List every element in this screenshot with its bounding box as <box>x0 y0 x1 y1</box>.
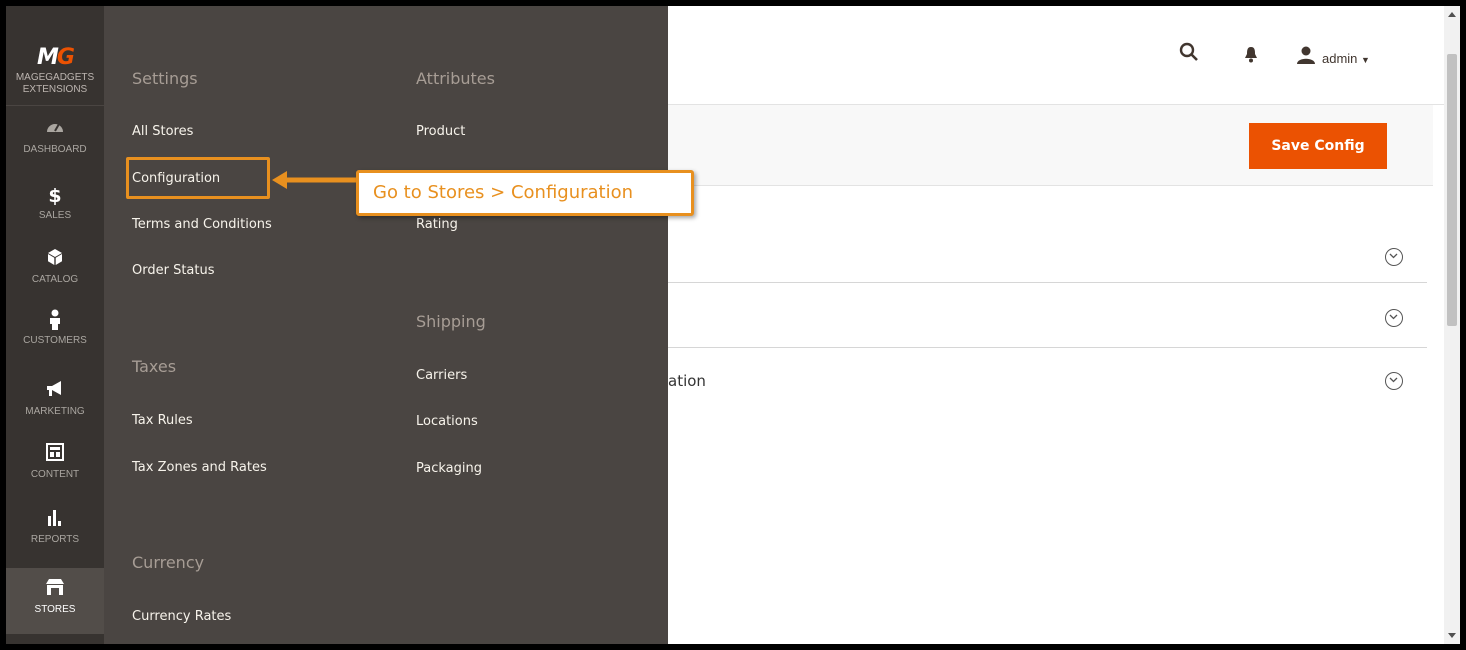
nav-label: DASHBOARD <box>23 144 87 155</box>
annotation-callout: Go to Stores > Configuration <box>356 170 694 216</box>
expand-chevron-icon[interactable] <box>1385 248 1403 266</box>
box-icon <box>6 248 104 272</box>
nav-label: CUSTOMERS <box>23 335 87 346</box>
expand-chevron-icon[interactable] <box>1385 309 1403 327</box>
nav-item-sales[interactable]: $ SALES <box>6 184 104 244</box>
nav-label: CONTENT <box>30 469 80 480</box>
admin-sidebar: MG MAGEGADGETS EXTENSIONS DASHBOARD $ SAL… <box>6 6 104 644</box>
submenu-link-terms-and-conditions[interactable]: Terms and Conditions <box>132 217 272 232</box>
submenu-heading-taxes: Taxes <box>132 357 177 376</box>
save-config-button[interactable]: Save Config <box>1249 123 1387 169</box>
scroll-down-icon[interactable] <box>1448 633 1456 638</box>
submenu-link-tax-rules[interactable]: Tax Rules <box>132 413 193 428</box>
nav-item-customers[interactable]: CUSTOMERS <box>6 309 104 369</box>
config-section-row[interactable] <box>668 283 1427 348</box>
nav-item-stores[interactable]: STORES <box>6 568 104 634</box>
submenu-link-locations[interactable]: Locations <box>416 414 478 429</box>
submenu-link-all-stores[interactable]: All Stores <box>132 124 193 139</box>
stores-submenu: Settings All Stores Configuration Terms … <box>104 6 668 644</box>
logo-text: MAGEGADGETS EXTENSIONS <box>15 72 95 95</box>
user-name: admin <box>1322 51 1358 66</box>
dashboard-icon <box>6 118 104 142</box>
highlight-box <box>126 157 270 199</box>
submenu-link-rating[interactable]: Rating <box>416 217 458 232</box>
bell-icon[interactable] <box>1244 46 1258 63</box>
submenu-heading-settings: Settings <box>132 69 198 88</box>
bar-chart-icon <box>6 508 104 532</box>
nav-label: SALES <box>38 210 72 221</box>
nav-item-marketing[interactable]: MARKETING <box>6 380 104 440</box>
app-frame: MG MAGEGADGETS EXTENSIONS DASHBOARD $ SAL… <box>6 6 1460 644</box>
submenu-heading-attributes: Attributes <box>416 69 495 88</box>
user-menu[interactable]: admin ▼ <box>1322 51 1370 66</box>
dollar-icon: $ <box>48 185 62 207</box>
submenu-link-carriers[interactable]: Carriers <box>416 368 467 383</box>
expand-chevron-icon[interactable] <box>1385 372 1403 390</box>
layout-icon <box>6 443 104 467</box>
user-icon[interactable] <box>1296 46 1316 64</box>
section-title: ation <box>668 372 706 390</box>
nav-label: STORES <box>34 604 76 615</box>
nav-item-dashboard[interactable]: DASHBOARD <box>6 118 104 178</box>
person-icon <box>6 309 104 333</box>
store-icon <box>6 578 104 602</box>
config-section-row[interactable] <box>668 348 1427 406</box>
search-icon[interactable] <box>1179 42 1199 62</box>
nav-label: REPORTS <box>30 534 80 545</box>
logo-mark: MG <box>37 45 75 70</box>
submenu-heading-currency: Currency <box>132 553 205 572</box>
chevron-down-icon: ▼ <box>1361 55 1370 65</box>
config-section-row[interactable] <box>668 186 1427 283</box>
callout-arrow-icon <box>272 171 358 189</box>
submenu-link-currency-rates[interactable]: Currency Rates <box>132 609 231 624</box>
submenu-link-tax-zones-and-rates[interactable]: Tax Zones and Rates <box>132 460 267 475</box>
nav-item-content[interactable]: CONTENT <box>6 443 104 503</box>
submenu-link-order-status[interactable]: Order Status <box>132 263 215 278</box>
logo[interactable]: MG MAGEGADGETS EXTENSIONS <box>6 6 104 106</box>
nav-label: MARKETING <box>25 406 85 417</box>
submenu-link-packaging[interactable]: Packaging <box>416 461 482 476</box>
megaphone-icon <box>6 380 104 404</box>
scroll-up-icon[interactable] <box>1448 12 1456 17</box>
nav-item-reports[interactable]: REPORTS <box>6 508 104 568</box>
submenu-link-product[interactable]: Product <box>416 124 465 139</box>
submenu-heading-shipping: Shipping <box>416 312 486 331</box>
scroll-thumb[interactable] <box>1447 54 1457 326</box>
nav-label: CATALOG <box>31 274 79 285</box>
page-scrollbar[interactable] <box>1444 6 1460 644</box>
nav-item-catalog[interactable]: CATALOG <box>6 248 104 308</box>
